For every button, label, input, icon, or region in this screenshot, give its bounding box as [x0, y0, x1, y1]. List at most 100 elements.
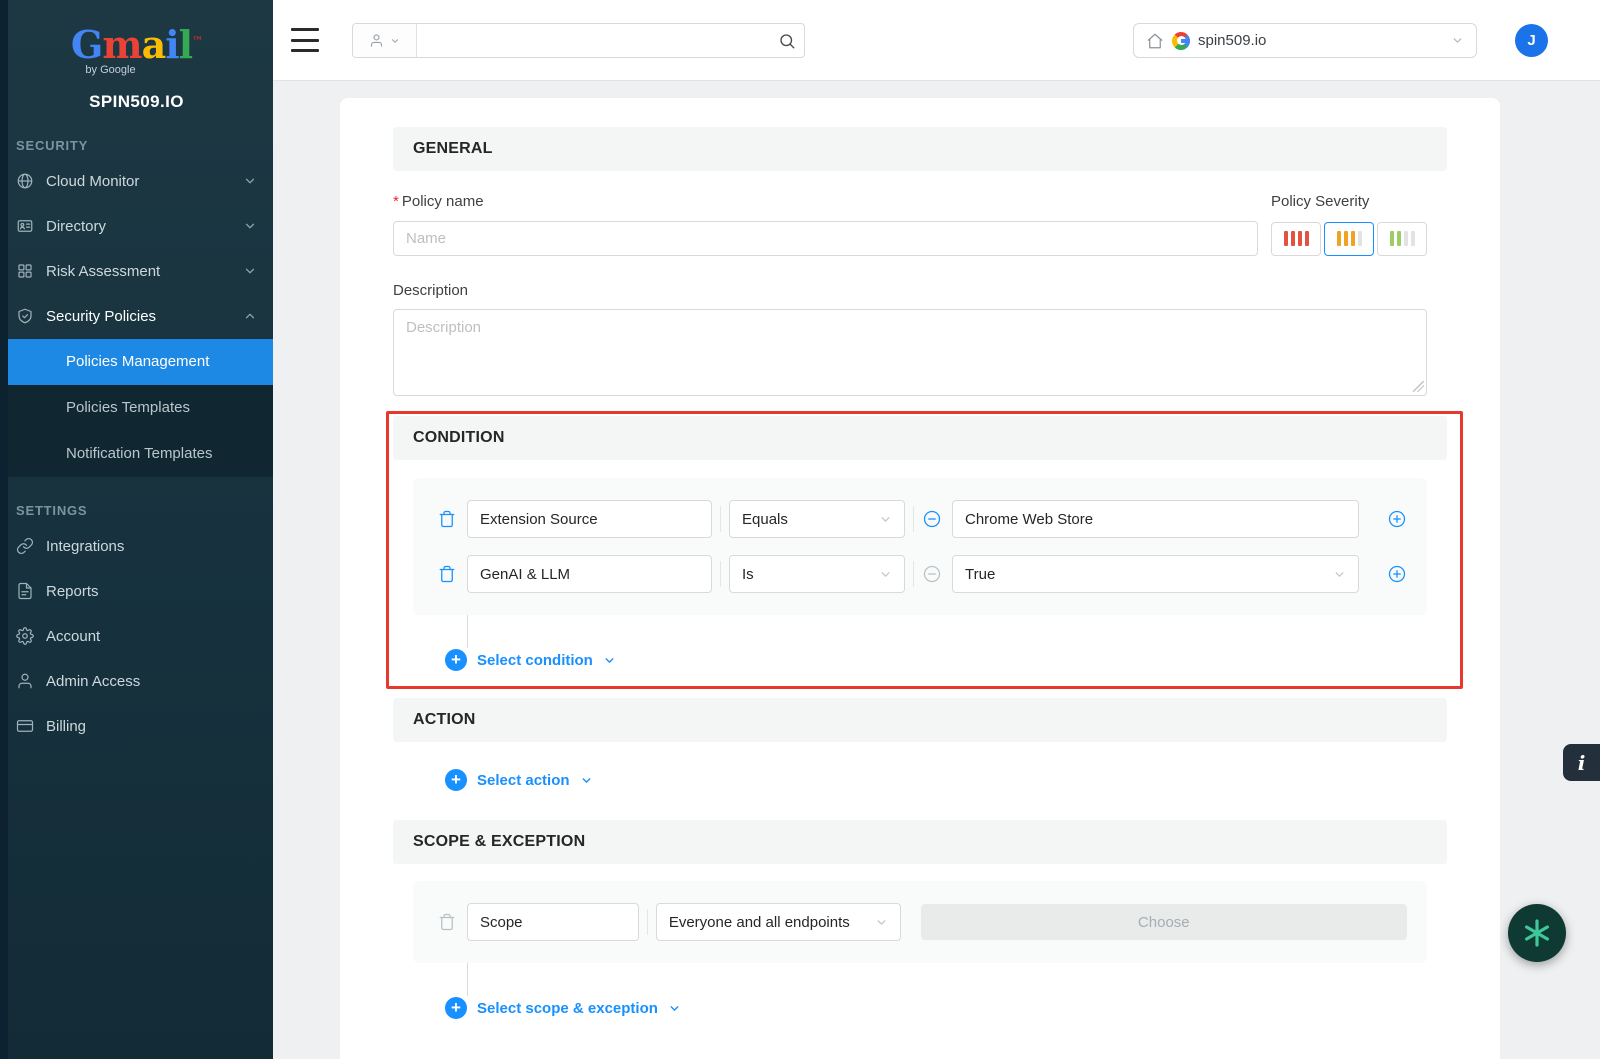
chevron-down-icon: [879, 568, 892, 581]
select-condition-button[interactable]: + Select condition: [445, 648, 1447, 672]
openai-chat-button[interactable]: [1508, 904, 1566, 962]
severity-bar: [1337, 231, 1341, 246]
subitem-label: Notification Templates: [66, 445, 212, 462]
chevron-down-icon: [243, 174, 257, 188]
chevron-down-icon: [603, 654, 616, 667]
sidebar-item-risk-assessment[interactable]: Risk Assessment: [0, 249, 273, 294]
user-avatar[interactable]: J: [1515, 24, 1548, 57]
plus-icon: +: [445, 649, 467, 671]
user-icon: [16, 672, 34, 690]
sidebar-item-admin-access[interactable]: Admin Access: [0, 659, 273, 704]
gmail-logo: Gmail™ by Google: [0, 0, 273, 76]
divider: [647, 909, 648, 935]
subitem-label: Policies Management: [66, 353, 209, 370]
severity-bar: [1411, 231, 1415, 246]
description-textarea[interactable]: [393, 309, 1427, 396]
id-card-icon: [16, 217, 34, 235]
security-policies-submenu: Policies Management Policies Templates N…: [0, 339, 273, 477]
connector-line: [467, 963, 468, 996]
severity-bar: [1284, 231, 1288, 246]
select-scope-exception-button[interactable]: + Select scope & exception: [445, 996, 1447, 1020]
home-icon: [1146, 32, 1164, 50]
chevron-down-icon: [875, 916, 888, 929]
condition-row-2: GenAI & LLM Is True: [437, 555, 1407, 593]
condition-operator-select[interactable]: Is: [729, 555, 905, 593]
condition-field-select[interactable]: Extension Source: [467, 500, 712, 538]
search-icon[interactable]: [770, 24, 804, 57]
severity-low-button[interactable]: [1377, 222, 1427, 256]
policy-name-input[interactable]: [393, 221, 1258, 256]
document-icon: [16, 582, 34, 600]
plus-icon: +: [445, 769, 467, 791]
chevron-down-icon: [668, 1002, 681, 1015]
sidebar: Gmail™ by Google SPIN509.IO SECURITY Clo…: [0, 0, 273, 1059]
minus-circle-icon[interactable]: [922, 509, 942, 529]
severity-bar: [1351, 231, 1355, 246]
severity-medium-button[interactable]: [1324, 222, 1374, 256]
domain-selector[interactable]: spin509.io: [1133, 23, 1477, 58]
trademark-mark: ™: [192, 34, 202, 47]
scope-field-select[interactable]: Scope: [467, 903, 639, 941]
divider: [913, 506, 914, 532]
trash-icon[interactable]: [437, 509, 457, 529]
sidebar-item-account[interactable]: Account: [0, 614, 273, 659]
severity-bar: [1404, 231, 1408, 246]
sidebar-item-label: Security Policies: [46, 308, 243, 325]
sidebar-item-integrations[interactable]: Integrations: [0, 524, 273, 569]
condition-operator-select[interactable]: Equals: [729, 500, 905, 538]
menu-toggle-button[interactable]: [291, 28, 319, 52]
select-action-button[interactable]: + Select action: [445, 768, 1447, 792]
sidebar-subitem-policies-templates[interactable]: Policies Templates: [0, 385, 273, 431]
scope-value-chooser[interactable]: Choose: [921, 904, 1407, 940]
chevron-down-icon: [879, 513, 892, 526]
sidebar-subitem-notification-templates[interactable]: Notification Templates: [0, 431, 273, 477]
plus-circle-icon[interactable]: [1387, 564, 1407, 584]
severity-bar: [1291, 231, 1295, 246]
search-input[interactable]: [417, 24, 770, 57]
divider: [720, 506, 721, 532]
condition-value-input[interactable]: Chrome Web Store: [952, 500, 1359, 538]
severity-bar: [1390, 231, 1394, 246]
condition-field-select[interactable]: GenAI & LLM: [467, 555, 712, 593]
link-icon: [16, 537, 34, 555]
condition-value-select[interactable]: True: [952, 555, 1359, 593]
topbar: spin509.io J: [273, 0, 1600, 80]
scope-panel: Scope Everyone and all endpoints Choose: [413, 881, 1427, 963]
info-button[interactable]: i: [1563, 744, 1600, 781]
sidebar-item-cloud-monitor[interactable]: Cloud Monitor: [0, 159, 273, 204]
severity-high-button[interactable]: [1271, 222, 1321, 256]
scope-row: Scope Everyone and all endpoints Choose: [437, 903, 1407, 941]
search-filter-dropdown[interactable]: [353, 24, 417, 57]
scope-operator-select[interactable]: Everyone and all endpoints: [656, 903, 901, 941]
chevron-down-icon: [580, 774, 593, 787]
user-icon: [369, 33, 384, 48]
sidebar-item-label: Directory: [46, 218, 243, 235]
severity-bar: [1344, 231, 1348, 246]
chevron-down-icon: [243, 264, 257, 278]
sidebar-item-label: Cloud Monitor: [46, 173, 243, 190]
minus-circle-icon[interactable]: [922, 564, 942, 584]
section-header-action: ACTION: [393, 698, 1447, 742]
openai-icon: [1521, 917, 1553, 949]
sidebar-item-directory[interactable]: Directory: [0, 204, 273, 249]
policy-severity-label: Policy Severity: [1271, 193, 1427, 210]
severity-selector: [1271, 222, 1427, 256]
main-content: GENERAL *Policy name Policy Severity: [273, 80, 1600, 1059]
plus-circle-icon[interactable]: [1387, 509, 1407, 529]
grid-icon: [16, 262, 34, 280]
trash-icon[interactable]: [437, 912, 457, 932]
logo-letter: l: [179, 22, 192, 67]
sidebar-item-security-policies[interactable]: Security Policies: [0, 294, 273, 339]
logo-letter: m: [102, 22, 141, 67]
shield-icon: [16, 307, 34, 325]
gmail-wordmark: Gmail™: [0, 24, 273, 66]
sidebar-subitem-policies-management[interactable]: Policies Management: [0, 339, 273, 385]
sidebar-item-reports[interactable]: Reports: [0, 569, 273, 614]
divider: [720, 561, 721, 587]
trash-icon[interactable]: [437, 564, 457, 584]
resize-handle[interactable]: [1413, 381, 1424, 392]
logo-letter: G: [71, 22, 102, 67]
policy-name-label: *Policy name: [393, 193, 484, 210]
plus-icon: +: [445, 997, 467, 1019]
sidebar-item-billing[interactable]: Billing: [0, 704, 273, 749]
